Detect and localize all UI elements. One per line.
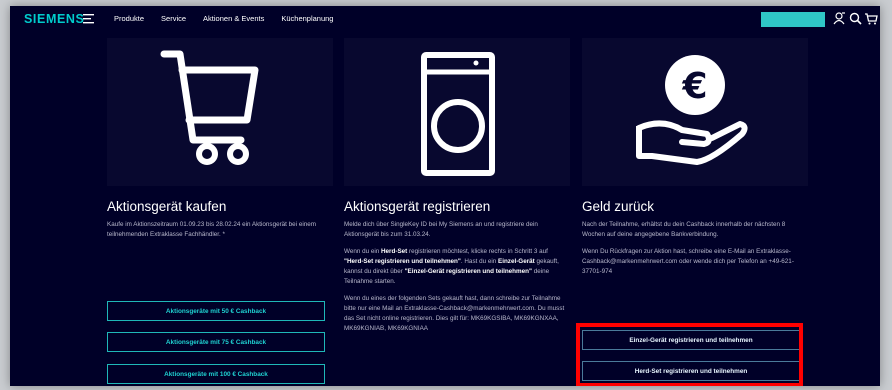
- step-paragraph: Wenn Du Rückfragen zur Aktion hast, schr…: [582, 248, 794, 275]
- step-title: Geld zurück: [582, 199, 655, 214]
- step-tile-refund: €: [582, 38, 808, 186]
- page-frame: SIEMENS Produkte Service Aktionen & Even…: [10, 6, 880, 386]
- svg-text:€: €: [681, 66, 707, 107]
- step-title: Aktionsgerät registrieren: [344, 199, 491, 214]
- step-tile-buy: [107, 38, 333, 186]
- cashback-100-button[interactable]: Aktionsgeräte mit 100 € Cashback: [107, 364, 325, 384]
- step-tile-register: [344, 38, 570, 186]
- hamburger-icon[interactable]: [83, 13, 95, 25]
- step-description: Kaufe im Aktionszeitraum 01.09.23 bis 28…: [107, 220, 331, 247]
- cashback-75-button[interactable]: Aktionsgeräte mit 75 € Cashback: [107, 332, 325, 352]
- step-paragraph: Melde dich über SingleKey ID bei My Siem…: [344, 221, 538, 238]
- nav-item-aktionen-events[interactable]: Aktionen & Events: [203, 14, 264, 23]
- shopping-cart-icon: [160, 50, 259, 165]
- red-highlight-box: [576, 323, 803, 386]
- cashback-50-button[interactable]: Aktionsgeräte mit 50 € Cashback: [107, 301, 325, 321]
- step-column-register: Aktionsgerät registrieren Melde dich übe…: [344, 38, 570, 386]
- step-column-refund: € Geld zurück Nach der Teilnahme, erhält…: [576, 38, 808, 386]
- euro-coin-hand-icon: €: [636, 55, 748, 165]
- nav-item-produkte[interactable]: Produkte: [114, 14, 144, 23]
- header-teal-block[interactable]: [761, 12, 825, 27]
- step-description: Melde dich über SingleKey ID bei My Siem…: [344, 220, 568, 341]
- top-navigation-bar: SIEMENS Produkte Service Aktionen & Even…: [10, 6, 880, 32]
- step-paragraph-herd-set: Wenn du ein Herd-Set registrieren möchte…: [344, 248, 559, 285]
- step-title: Aktionsgerät kaufen: [107, 199, 227, 214]
- siemens-logo[interactable]: SIEMENS: [24, 12, 84, 26]
- step-paragraph: Nach der Teilnahme, erhältst du dein Cas…: [582, 221, 786, 238]
- step-paragraph: Kaufe im Aktionszeitraum 01.09.23 bis 28…: [107, 221, 316, 238]
- cart-icon[interactable]: [864, 11, 879, 26]
- step-paragraph: Wenn du eines der folgenden Sets gekauft…: [344, 295, 565, 332]
- step-column-buy: Aktionsgerät kaufen Kaufe im Aktionszeit…: [107, 38, 333, 386]
- nav-item-kuechenplanung[interactable]: Küchenplanung: [281, 14, 333, 23]
- search-icon[interactable]: [848, 11, 863, 26]
- step-description: Nach der Teilnahme, erhältst du dein Cas…: [582, 220, 806, 284]
- user-icon[interactable]: [832, 11, 847, 26]
- main-nav: Produkte Service Aktionen & Events Küche…: [114, 14, 350, 23]
- nav-item-service[interactable]: Service: [161, 14, 186, 23]
- washing-machine-icon: [421, 52, 495, 176]
